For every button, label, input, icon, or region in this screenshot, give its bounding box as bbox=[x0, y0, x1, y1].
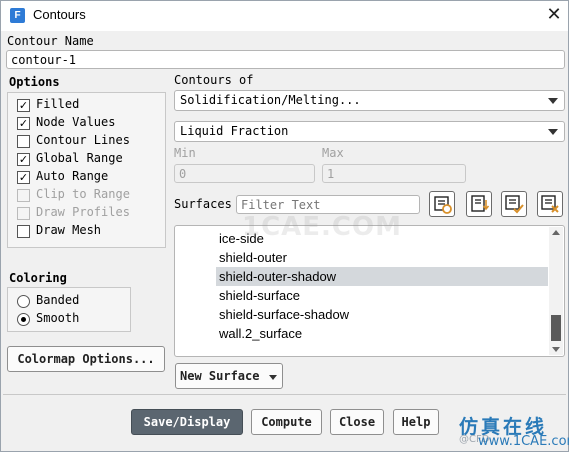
surface-group-icon[interactable] bbox=[466, 191, 492, 217]
contours-of-quantity-select[interactable]: Liquid Fraction bbox=[174, 121, 565, 142]
divider bbox=[3, 394, 566, 395]
global-range-checkmark-icon: ✓ bbox=[17, 153, 30, 166]
watermark: 1CAE.COM bbox=[242, 212, 402, 242]
options-heading: Options bbox=[9, 75, 60, 89]
scroll-down-icon[interactable] bbox=[552, 347, 560, 352]
site-url: www.1CAE.com bbox=[478, 434, 569, 449]
min-input: 0 bbox=[174, 164, 315, 183]
chevron-down-icon bbox=[548, 129, 558, 135]
close-icon[interactable]: ✕ bbox=[542, 3, 566, 27]
list-item[interactable]: shield-surface-shadow bbox=[216, 305, 548, 324]
surfaces-scrollbar[interactable] bbox=[549, 227, 563, 355]
new-surface-button[interactable]: New Surface bbox=[175, 363, 283, 389]
select-all-surfaces-icon[interactable] bbox=[429, 191, 455, 217]
chevron-down-icon bbox=[548, 98, 558, 104]
help-button[interactable]: Help bbox=[393, 409, 439, 435]
filled-checkmark-icon: ✓ bbox=[17, 99, 30, 112]
max-input: 1 bbox=[322, 164, 466, 183]
coloring-heading: Coloring bbox=[9, 271, 67, 285]
save-display-button[interactable]: Save/Display bbox=[131, 409, 243, 435]
list-item[interactable]: shield-surface bbox=[216, 286, 548, 305]
list-item[interactable]: wall.2_surface bbox=[216, 324, 548, 343]
node-values-checkmark-icon: ✓ bbox=[17, 117, 30, 130]
scroll-thumb[interactable] bbox=[551, 315, 561, 341]
window-title: Contours bbox=[33, 7, 86, 22]
contours-of-category-select[interactable]: Solidification/Melting... bbox=[174, 90, 565, 111]
select-checked-icon[interactable] bbox=[501, 191, 527, 217]
surfaces-list[interactable]: ice-side shield-outer shield-outer-shado… bbox=[174, 225, 565, 357]
list-item-selected[interactable]: shield-outer-shadow bbox=[216, 267, 548, 286]
contour-name-input[interactable]: contour-1 bbox=[6, 50, 565, 69]
fluent-app-icon: F bbox=[10, 8, 25, 23]
min-label: Min bbox=[174, 146, 196, 160]
chevron-down-icon bbox=[269, 375, 277, 380]
deselect-all-icon[interactable] bbox=[537, 191, 563, 217]
colormap-options-button[interactable]: Colormap Options... bbox=[7, 346, 165, 372]
contours-of-label: Contours of bbox=[174, 73, 254, 87]
contour-name-label: Contour Name bbox=[7, 34, 94, 48]
list-item[interactable]: shield-outer bbox=[216, 248, 548, 267]
max-label: Max bbox=[322, 146, 344, 160]
surfaces-label: Surfaces bbox=[174, 197, 232, 211]
auto-range-checkmark-icon: ✓ bbox=[17, 171, 30, 184]
contours-dialog: F Contours ✕ Contour Name contour-1 Opti… bbox=[0, 0, 569, 452]
close-button[interactable]: Close bbox=[330, 409, 384, 435]
title-bar: F Contours ✕ bbox=[1, 1, 568, 31]
compute-button[interactable]: Compute bbox=[251, 409, 322, 435]
scroll-up-icon[interactable] bbox=[552, 230, 560, 235]
